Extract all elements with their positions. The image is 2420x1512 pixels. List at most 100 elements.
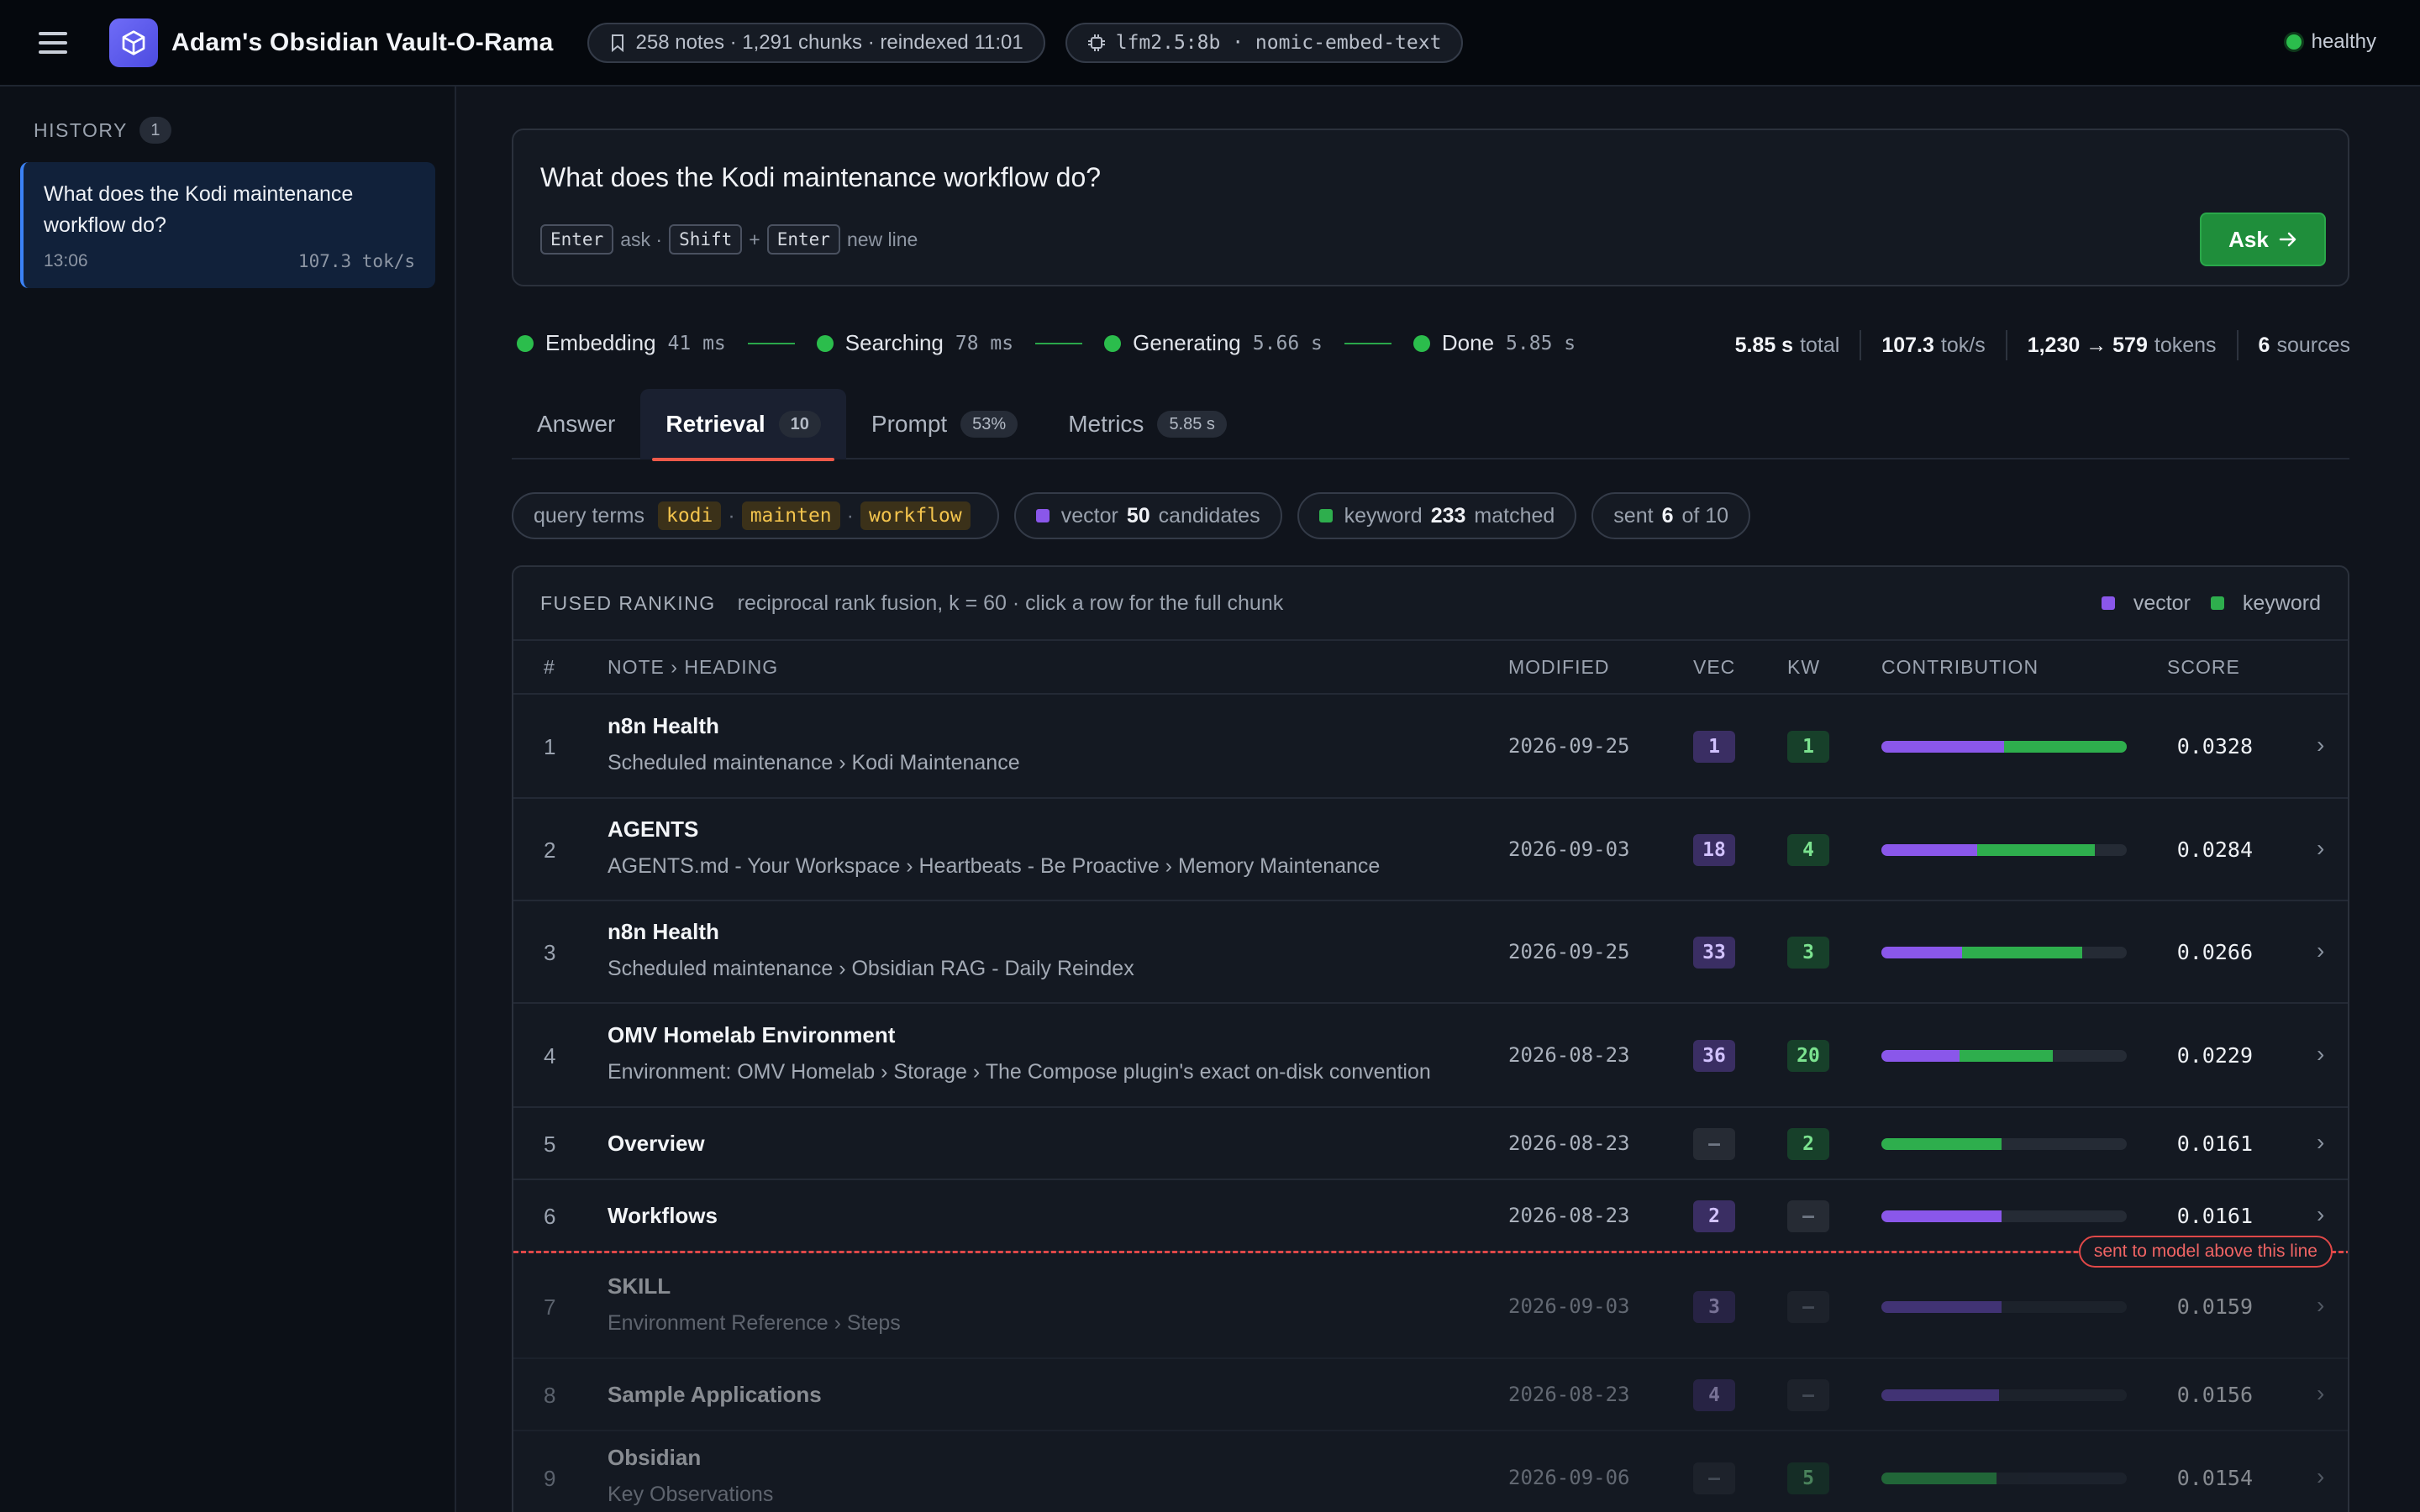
stage-label: Searching [844,330,944,355]
tab-answer[interactable]: Answer [512,389,640,459]
row-note: SKILL Environment Reference › Steps [608,1273,901,1336]
stage-time: 5.66 s [1252,332,1323,354]
row-note: n8n Health Scheduled maintenance › Kodi M… [608,713,1020,775]
sent-chip: sent 6 of 10 [1591,492,1751,539]
row-rank: 8 [544,1383,556,1408]
query-terms-label: query terms [534,503,644,528]
row-modified: 2026-08-23 [1508,1043,1630,1067]
stage-connector [747,342,795,344]
table-row[interactable]: 1 n8n Health Scheduled maintenance › Kodi … [513,695,2348,799]
tab-metrics[interactable]: Metrics 5.85 s [1043,389,1252,459]
history-item-question: What does the Kodi maintenance workflow … [44,182,354,237]
table-row[interactable]: 3 n8n Health Scheduled maintenance › Obsid… [513,901,2348,1004]
note-title: n8n Health [608,713,719,738]
health-indicator: healthy [2286,30,2376,54]
row-rank: 1 [544,734,556,759]
history-item-rate: 107.3 tok/s [297,251,415,271]
vector-swatch-icon [2101,596,2115,610]
note-title: Workflows [608,1203,718,1228]
note-heading: Environment: OMV Homelab › Storage › The… [608,1060,1431,1084]
pipeline-status: Embedding 41 ms Searching 78 ms Generati… [517,330,1576,356]
keyword-contribution [1960,1050,2054,1062]
row-modified: 2026-09-25 [1508,940,1630,963]
row-score: 0.0328 [2176,734,2253,759]
row-score: 0.0154 [2176,1466,2253,1490]
row-modified: 2026-09-03 [1508,1294,1630,1318]
question-input[interactable]: What does the Kodi maintenance workflow … [540,162,1101,193]
vector-contribution [1881,1389,2000,1401]
tab-retrieval[interactable]: Retrieval 10 [640,389,846,461]
contribution-bar [1881,741,2127,753]
vector-contribution [1881,1210,2002,1222]
menu-icon[interactable] [39,31,67,54]
notes-status-pill: 258 notes · 1,291 chunks · reindexed 11:… [587,22,1045,63]
row-rank: 4 [544,1043,556,1068]
tab-badge: 10 [778,411,821,438]
contribution-bar [1881,1301,2127,1313]
vector-contribution [1881,844,1977,856]
row-score: 0.0161 [2176,1204,2253,1228]
kw-rank-badge: 1 [1787,731,1829,763]
query-term: workflow [860,501,971,530]
table-row[interactable]: 9 Obsidian Key Observations 2026-09-06 – 5 0.0… [513,1431,2348,1512]
history-sidebar: HISTORY 1 What does the Kodi maintenance… [0,87,456,1512]
row-modified: 2026-08-23 [1508,1383,1630,1406]
row-note: OMV Homelab Environment Environment: OMV … [608,1022,1431,1084]
col-kw: KW [1787,655,1821,678]
row-note: Obsidian Key Observations [608,1445,773,1507]
stage-done-icon [1104,334,1122,352]
stat-rate: 107.3 tok/s [1881,333,1986,357]
kw-rank-badge: 3 [1787,937,1829,969]
keyword-swatch-icon [2210,596,2224,610]
contribution-bar [1881,1389,2127,1401]
query-term: mainten [741,501,840,530]
table-row[interactable]: 8 Sample Applications 2026-08-23 4 – 0.0156 › [513,1359,2348,1431]
chevron-right-icon: › [2317,835,2325,861]
row-score: 0.0229 [2176,1043,2253,1068]
table-row[interactable]: 7 SKILL Environment Reference › Steps 2026-… [513,1255,2348,1359]
stage-label: Generating [1133,330,1241,355]
query-term: kodi [657,501,722,530]
row-score: 0.0159 [2176,1294,2253,1319]
contribution-bar [1881,1050,2127,1062]
query-terms-chip: query terms kodi · mainten · workflow [512,492,999,539]
shift-key: Shift [669,224,743,255]
chevron-right-icon: › [2317,732,2325,758]
stage-connector [1035,342,1083,344]
question-box[interactable]: What does the Kodi maintenance workflow … [512,129,2349,286]
row-score: 0.0156 [2176,1383,2253,1407]
col-modified: MODIFIED [1508,655,1610,678]
health-dot-icon [2286,34,2302,50]
row-score: 0.0284 [2176,837,2253,862]
ranking-description: reciprocal rank fusion, k = 60 · click a… [737,591,1284,615]
chevron-right-icon: › [2317,1380,2325,1406]
history-header: HISTORY 1 [34,117,171,144]
vector-contribution [1881,741,2004,753]
top-bar: Adam's Obsidian Vault-O-Rama 258 notes ·… [0,0,2420,87]
row-note: Overview [608,1131,705,1157]
table-row[interactable]: 6 Workflows 2026-08-23 2 – 0.0161 › [513,1180,2348,1252]
row-rank: 3 [544,940,556,965]
table-row[interactable]: 5 Overview 2026-08-23 – 2 0.0161 › [513,1108,2348,1180]
stage-label: Done [1441,330,1495,355]
note-heading: Environment Reference › Steps [608,1311,901,1335]
contribution-bar [1881,1473,2127,1484]
keyword-contribution [1962,947,2083,958]
table-row[interactable]: 4 OMV Homelab Environment Environment: OMV… [513,1004,2348,1108]
contribution-bar [1881,1210,2127,1222]
note-heading: AGENTS.md - Your Workspace › Heartbeats … [608,854,1381,878]
hint-plus: + [749,228,760,250]
row-score: 0.0161 [2176,1131,2253,1156]
history-item[interactable]: What does the Kodi maintenance workflow … [20,162,435,288]
keyword-contribution [1881,1138,2002,1150]
col-vec: VEC [1693,655,1736,678]
row-modified: 2026-08-23 [1508,1204,1630,1227]
col-contribution: CONTRIBUTION [1881,655,2039,678]
table-row[interactable]: 2 AGENTS AGENTS.md - Your Workspace › Hear… [513,799,2348,901]
vector-contribution [1881,947,1963,958]
tab-prompt[interactable]: Prompt 53% [846,389,1043,459]
run-stats: 5.85 s total 107.3 tok/s 1,230 → 579 tokens… [1735,330,2350,360]
kw-rank-badge: 5 [1787,1462,1829,1494]
keyboard-hint: Enter ask · Shift + Enter new line [540,224,918,255]
ask-button[interactable]: Ask [2200,213,2326,266]
